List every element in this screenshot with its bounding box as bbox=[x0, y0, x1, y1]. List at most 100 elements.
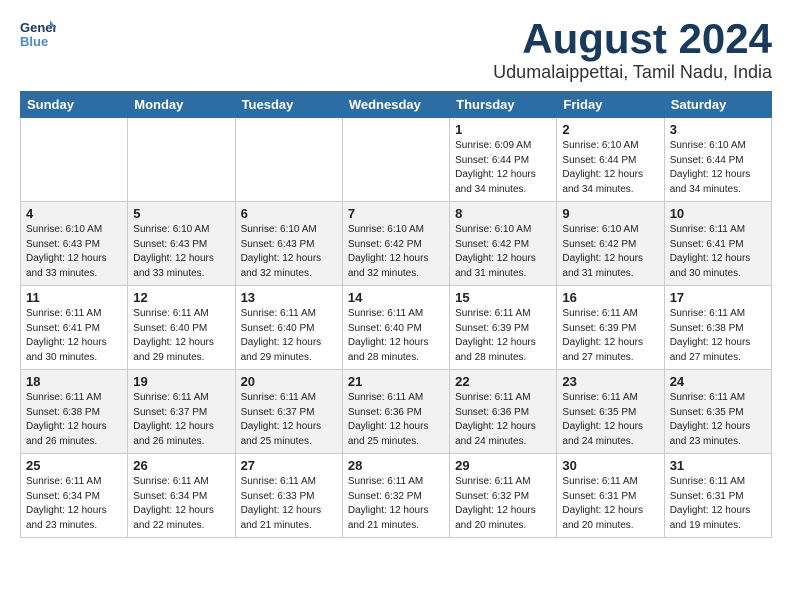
day-info: Sunrise: 6:10 AM Sunset: 6:44 PM Dayligh… bbox=[670, 139, 766, 197]
day-number: 10 bbox=[670, 206, 766, 221]
day-number: 17 bbox=[670, 290, 766, 305]
day-info: Sunrise: 6:11 AM Sunset: 6:38 PM Dayligh… bbox=[670, 307, 766, 365]
day-number: 30 bbox=[562, 458, 658, 473]
calendar-cell: 11 Sunrise: 6:11 AM Sunset: 6:41 PM Dayli… bbox=[21, 286, 128, 370]
calendar-cell: 27 Sunrise: 6:11 AM Sunset: 6:33 PM Dayli… bbox=[235, 454, 342, 538]
day-info: Sunrise: 6:11 AM Sunset: 6:35 PM Dayligh… bbox=[670, 391, 766, 449]
calendar-cell: 8 Sunrise: 6:10 AM Sunset: 6:42 PM Daylig… bbox=[450, 202, 557, 286]
day-number: 4 bbox=[26, 206, 122, 221]
day-number: 9 bbox=[562, 206, 658, 221]
calendar-cell: 31Sunrise: 6:11 AM Sunset: 6:31 PM Dayli… bbox=[664, 454, 771, 538]
day-number: 24 bbox=[670, 374, 766, 389]
title-block: August 2024 Udumalaippettai, Tamil Nadu,… bbox=[493, 16, 772, 83]
month-title: August 2024 bbox=[493, 16, 772, 62]
day-info: Sunrise: 6:11 AM Sunset: 6:40 PM Dayligh… bbox=[241, 307, 337, 365]
calendar-cell: 21Sunrise: 6:11 AM Sunset: 6:36 PM Dayli… bbox=[342, 370, 449, 454]
day-number: 23 bbox=[562, 374, 658, 389]
day-info: Sunrise: 6:11 AM Sunset: 6:41 PM Dayligh… bbox=[26, 307, 122, 365]
day-number: 27 bbox=[241, 458, 337, 473]
day-info: Sunrise: 6:11 AM Sunset: 6:40 PM Dayligh… bbox=[133, 307, 229, 365]
day-number: 5 bbox=[133, 206, 229, 221]
day-number: 26 bbox=[133, 458, 229, 473]
day-number: 3 bbox=[670, 122, 766, 137]
calendar-cell: 24 Sunrise: 6:11 AM Sunset: 6:35 PM Dayli… bbox=[664, 370, 771, 454]
calendar-cell: 15 Sunrise: 6:11 AM Sunset: 6:39 PM Dayli… bbox=[450, 286, 557, 370]
weekday-header-sunday: Sunday bbox=[21, 92, 128, 118]
day-number: 15 bbox=[455, 290, 551, 305]
calendar-cell: 4 Sunrise: 6:10 AM Sunset: 6:43 PM Daylig… bbox=[21, 202, 128, 286]
day-info: Sunrise: 6:11 AM Sunset: 6:39 PM Dayligh… bbox=[455, 307, 551, 365]
calendar-cell: 6 Sunrise: 6:10 AM Sunset: 6:43 PM Daylig… bbox=[235, 202, 342, 286]
day-info: Sunrise: 6:11 AM Sunset: 6:37 PM Dayligh… bbox=[241, 391, 337, 449]
day-info: Sunrise: 6:11 AM Sunset: 6:36 PM Dayligh… bbox=[455, 391, 551, 449]
day-number: 20 bbox=[241, 374, 337, 389]
day-number: 12 bbox=[133, 290, 229, 305]
day-info: Sunrise: 6:10 AM Sunset: 6:43 PM Dayligh… bbox=[26, 223, 122, 281]
day-number: 6 bbox=[241, 206, 337, 221]
day-info: Sunrise: 6:10 AM Sunset: 6:43 PM Dayligh… bbox=[133, 223, 229, 281]
calendar-cell bbox=[128, 118, 235, 202]
calendar-cell: 12 Sunrise: 6:11 AM Sunset: 6:40 PM Dayli… bbox=[128, 286, 235, 370]
day-number: 18 bbox=[26, 374, 122, 389]
day-info: Sunrise: 6:11 AM Sunset: 6:37 PM Dayligh… bbox=[133, 391, 229, 449]
day-number: 19 bbox=[133, 374, 229, 389]
calendar-cell: 18Sunrise: 6:11 AM Sunset: 6:38 PM Dayli… bbox=[21, 370, 128, 454]
calendar-cell bbox=[235, 118, 342, 202]
day-info: Sunrise: 6:10 AM Sunset: 6:42 PM Dayligh… bbox=[562, 223, 658, 281]
calendar-cell: 17 Sunrise: 6:11 AM Sunset: 6:38 PM Dayli… bbox=[664, 286, 771, 370]
calendar-cell: 23 Sunrise: 6:11 AM Sunset: 6:35 PM Dayli… bbox=[557, 370, 664, 454]
day-number: 25 bbox=[26, 458, 122, 473]
day-info: Sunrise: 6:11 AM Sunset: 6:40 PM Dayligh… bbox=[348, 307, 444, 365]
day-number: 7 bbox=[348, 206, 444, 221]
weekday-header-friday: Friday bbox=[557, 92, 664, 118]
day-info: Sunrise: 6:10 AM Sunset: 6:43 PM Dayligh… bbox=[241, 223, 337, 281]
calendar-cell: 28 Sunrise: 6:11 AM Sunset: 6:32 PM Dayli… bbox=[342, 454, 449, 538]
svg-text:Blue: Blue bbox=[20, 34, 48, 49]
calendar-cell: 2 Sunrise: 6:10 AM Sunset: 6:44 PM Daylig… bbox=[557, 118, 664, 202]
weekday-header-monday: Monday bbox=[128, 92, 235, 118]
day-info: Sunrise: 6:11 AM Sunset: 6:41 PM Dayligh… bbox=[670, 223, 766, 281]
day-number: 11 bbox=[26, 290, 122, 305]
calendar-cell: 22 Sunrise: 6:11 AM Sunset: 6:36 PM Dayli… bbox=[450, 370, 557, 454]
day-number: 13 bbox=[241, 290, 337, 305]
calendar-cell: 14 Sunrise: 6:11 AM Sunset: 6:40 PM Dayli… bbox=[342, 286, 449, 370]
day-info: Sunrise: 6:11 AM Sunset: 6:31 PM Dayligh… bbox=[562, 475, 658, 533]
day-number: 29 bbox=[455, 458, 551, 473]
calendar-cell: 30 Sunrise: 6:11 AM Sunset: 6:31 PM Dayli… bbox=[557, 454, 664, 538]
calendar-cell bbox=[21, 118, 128, 202]
day-info: Sunrise: 6:11 AM Sunset: 6:34 PM Dayligh… bbox=[26, 475, 122, 533]
day-number: 2 bbox=[562, 122, 658, 137]
calendar-cell: 3 Sunrise: 6:10 AM Sunset: 6:44 PM Daylig… bbox=[664, 118, 771, 202]
day-number: 28 bbox=[348, 458, 444, 473]
calendar: SundayMondayTuesdayWednesdayThursdayFrid… bbox=[20, 91, 772, 538]
day-number: 1 bbox=[455, 122, 551, 137]
day-info: Sunrise: 6:10 AM Sunset: 6:42 PM Dayligh… bbox=[348, 223, 444, 281]
weekday-header-saturday: Saturday bbox=[664, 92, 771, 118]
calendar-cell: 29 Sunrise: 6:11 AM Sunset: 6:32 PM Dayli… bbox=[450, 454, 557, 538]
calendar-cell: 9 Sunrise: 6:10 AM Sunset: 6:42 PM Daylig… bbox=[557, 202, 664, 286]
calendar-cell: 19 Sunrise: 6:11 AM Sunset: 6:37 PM Dayli… bbox=[128, 370, 235, 454]
day-number: 31 bbox=[670, 458, 766, 473]
calendar-cell: 16Sunrise: 6:11 AM Sunset: 6:39 PM Dayli… bbox=[557, 286, 664, 370]
day-info: Sunrise: 6:10 AM Sunset: 6:44 PM Dayligh… bbox=[562, 139, 658, 197]
day-number: 14 bbox=[348, 290, 444, 305]
day-number: 21 bbox=[348, 374, 444, 389]
day-info: Sunrise: 6:11 AM Sunset: 6:34 PM Dayligh… bbox=[133, 475, 229, 533]
calendar-cell: 25 Sunrise: 6:11 AM Sunset: 6:34 PM Dayli… bbox=[21, 454, 128, 538]
calendar-cell: 10 Sunrise: 6:11 AM Sunset: 6:41 PM Dayli… bbox=[664, 202, 771, 286]
day-info: Sunrise: 6:10 AM Sunset: 6:42 PM Dayligh… bbox=[455, 223, 551, 281]
day-number: 8 bbox=[455, 206, 551, 221]
day-info: Sunrise: 6:09 AM Sunset: 6:44 PM Dayligh… bbox=[455, 139, 551, 197]
logo: General Blue bbox=[20, 16, 56, 52]
day-info: Sunrise: 6:11 AM Sunset: 6:32 PM Dayligh… bbox=[455, 475, 551, 533]
calendar-cell: 1 Sunrise: 6:09 AM Sunset: 6:44 PM Daylig… bbox=[450, 118, 557, 202]
calendar-cell: 20 Sunrise: 6:11 AM Sunset: 6:37 PM Dayli… bbox=[235, 370, 342, 454]
day-info: Sunrise: 6:11 AM Sunset: 6:32 PM Dayligh… bbox=[348, 475, 444, 533]
weekday-header-thursday: Thursday bbox=[450, 92, 557, 118]
weekday-header-wednesday: Wednesday bbox=[342, 92, 449, 118]
subtitle: Udumalaippettai, Tamil Nadu, India bbox=[493, 62, 772, 83]
day-number: 22 bbox=[455, 374, 551, 389]
day-info: Sunrise: 6:11 AM Sunset: 6:35 PM Dayligh… bbox=[562, 391, 658, 449]
day-number: 16 bbox=[562, 290, 658, 305]
day-info: Sunrise: 6:11 AM Sunset: 6:33 PM Dayligh… bbox=[241, 475, 337, 533]
